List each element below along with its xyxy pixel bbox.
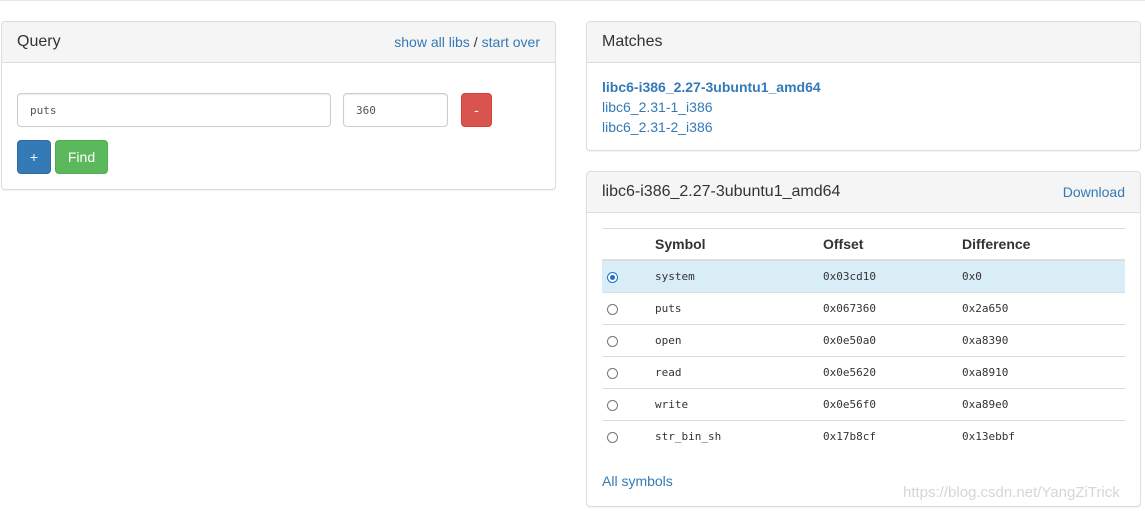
radio-button[interactable] (607, 399, 618, 411)
start-over-link[interactable]: start over (482, 34, 540, 50)
top-divider (0, 0, 1145, 1)
link-separator: / (473, 34, 478, 50)
row-radio-cell (602, 259, 655, 293)
query-panel-header: Query show all libs / start over (2, 22, 555, 63)
table-row[interactable]: open 0x0e50a0 0xa8390 (602, 324, 1125, 357)
query-header-links: show all libs / start over (394, 34, 540, 50)
table-row[interactable]: puts 0x067360 0x2a650 (602, 292, 1125, 325)
row-radio-cell (602, 388, 655, 421)
symbol-cell: read (655, 356, 823, 389)
query-panel-title: Query (17, 33, 61, 50)
offset-cell: 0x0e50a0 (823, 324, 962, 357)
remove-row-button[interactable]: - (461, 93, 492, 127)
radio-column-header (602, 228, 655, 261)
difference-cell: 0x2a650 (962, 292, 1125, 325)
row-radio-cell (602, 420, 655, 452)
symbol-address-input[interactable] (343, 93, 448, 127)
library-panel-title: libc6-i386_2.27-3ubuntu1_amd64 (602, 183, 841, 200)
table-row[interactable]: str_bin_sh 0x17b8cf 0x13ebbf (602, 420, 1125, 452)
symbol-name-input[interactable] (17, 93, 331, 127)
query-panel: Query show all libs/start over - + Find (1, 21, 556, 190)
difference-cell: 0x0 (962, 259, 1125, 293)
match-item[interactable]: libc6_2.31-2_i386 (602, 117, 1125, 137)
difference-cell: 0xa89e0 (962, 388, 1125, 421)
matches-list: libc6-i386_2.27-3ubuntu1_amd64 libc6_2.3… (587, 63, 1140, 137)
match-item[interactable]: libc6_2.31-1_i386 (602, 97, 1125, 117)
match-item[interactable]: libc6-i386_2.27-3ubuntu1_amd64 (602, 77, 1125, 97)
all-symbols-link[interactable]: All symbols (602, 473, 673, 489)
symbols-table-header: Symbol Offset Difference (602, 228, 1125, 261)
matches-panel-header: Matches (587, 22, 1140, 63)
library-symbols-panel: libc6-i386_2.27-3ubuntu1_amd64 Download … (586, 171, 1141, 507)
watermark-text: https://blog.csdn.net/YangZiTrick (903, 484, 1120, 501)
row-radio-cell (602, 324, 655, 357)
library-panel-header: libc6-i386_2.27-3ubuntu1_amd64 Download (587, 172, 1140, 213)
symbol-cell: str_bin_sh (655, 420, 823, 452)
symbol-column-header: Symbol (655, 228, 823, 261)
row-radio-cell (602, 356, 655, 389)
offset-column-header: Offset (823, 228, 962, 261)
offset-cell: 0x067360 (823, 292, 962, 325)
offset-cell: 0x0e56f0 (823, 388, 962, 421)
symbol-cell: system (655, 259, 823, 293)
offset-cell: 0x03cd10 (823, 259, 962, 293)
add-row-button[interactable]: + (17, 140, 51, 174)
radio-button[interactable] (607, 367, 618, 379)
table-row[interactable]: write 0x0e56f0 0xa89e0 (602, 388, 1125, 421)
row-radio-cell (602, 292, 655, 325)
symbol-cell: write (655, 388, 823, 421)
radio-button[interactable] (607, 431, 618, 443)
matches-panel: Matches libc6-i386_2.27-3ubuntu1_amd64 l… (586, 21, 1141, 151)
difference-cell: 0xa8390 (962, 324, 1125, 357)
symbol-cell: open (655, 324, 823, 357)
find-button[interactable]: Find (55, 140, 108, 174)
symbols-table: Symbol Offset Difference system 0x03cd10… (602, 228, 1125, 452)
difference-column-header: Difference (962, 228, 1125, 261)
download-link[interactable]: Download (1063, 184, 1125, 200)
radio-button[interactable] (607, 303, 618, 315)
difference-cell: 0xa8910 (962, 356, 1125, 389)
matches-panel-title: Matches (602, 33, 663, 50)
radio-button[interactable] (607, 271, 618, 283)
symbol-cell: puts (655, 292, 823, 325)
table-row[interactable]: system 0x03cd10 0x0 (602, 259, 1125, 293)
offset-cell: 0x17b8cf (823, 420, 962, 452)
offset-cell: 0x0e5620 (823, 356, 962, 389)
table-row[interactable]: read 0x0e5620 0xa8910 (602, 356, 1125, 389)
radio-button[interactable] (607, 335, 618, 347)
show-all-libs-link[interactable]: show all libs (394, 34, 469, 50)
difference-cell: 0x13ebbf (962, 420, 1125, 452)
